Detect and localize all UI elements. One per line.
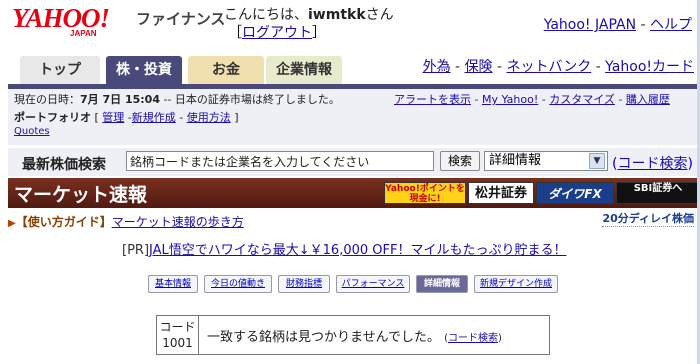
customize-link[interactable]: カスタマイズ — [549, 93, 615, 106]
result-code: コード 1001 — [157, 316, 199, 354]
search-button[interactable]: 検索 — [440, 151, 480, 171]
insurance-link[interactable]: 保険 — [465, 59, 493, 75]
logout-close: ］ — [312, 25, 326, 41]
chevron-down-icon: ▼ — [589, 153, 605, 169]
top-links: Yahoo! JAPAN - ヘルプ — [544, 14, 692, 34]
guide-line: ▶【使い方ガイド】マーケット速報の歩き方 — [8, 213, 244, 230]
top-links-sep: - — [636, 17, 650, 33]
greeting: こんにちは、iwmtkkさん — [224, 4, 394, 24]
alert-link[interactable]: アラートを表示 — [394, 93, 471, 106]
guide-label: 【使い方ガイド】 — [15, 215, 112, 229]
purchase-history-link[interactable]: 購入履歴 — [626, 93, 670, 106]
portfolio-new-link[interactable]: 新規作成 — [132, 111, 176, 124]
help-link[interactable]: ヘルプ — [650, 17, 692, 33]
tab-top[interactable]: トップ — [20, 56, 100, 84]
detail-select-value: 詳細情報 — [489, 153, 542, 168]
portfolio-manage-link[interactable]: 管理 — [102, 111, 124, 124]
subtab-detail-info[interactable]: 詳細情報 — [416, 275, 468, 293]
date-label: 現在の日時： — [14, 93, 80, 106]
ad-yahoo-points[interactable]: Yahoo!ポイントを現金に! — [384, 182, 466, 204]
search-input[interactable] — [126, 151, 434, 171]
result-message: 一致する銘柄は見つかりませんでした。 — [207, 330, 440, 345]
my-yahoo-link[interactable]: My Yahoo! — [482, 93, 538, 106]
logout-open: ［ — [228, 25, 242, 41]
yahoo-japan-link[interactable]: Yahoo! JAPAN — [544, 17, 636, 33]
quotes-link-wrap: Quotes — [14, 126, 50, 137]
netbank-link[interactable]: ネットバンク — [507, 59, 592, 75]
info-panel: 現在の日時：7月 7日 15:04 -- 日本の証券市場は終了しました。 アラー… — [8, 89, 700, 145]
search-label: 最新株価検索 — [22, 157, 106, 173]
market-bar: マーケット速報 Yahoo!ポイントを現金に! 松井証券 ダイワFX SBI証券… — [8, 178, 700, 208]
subtab-new-design[interactable]: 新規デザイン作成 — [474, 275, 558, 293]
stock-search-bar: 最新株価検索 検索 詳細情報 ▼ (コード検索) — [8, 148, 700, 176]
info-links: アラートを表示 - My Yahoo! - カスタマイズ - 購入履歴 — [394, 93, 670, 106]
logout-wrap: ［ログアウト］ — [228, 22, 326, 42]
market-title: マーケット速報 — [14, 184, 148, 206]
main-tabs: トップ 株・投資 お金 企業情報 外為 - 保険 - ネットバンク - Yaho… — [0, 52, 700, 86]
fx-link[interactable]: 外為 — [423, 59, 451, 75]
code-search-link[interactable]: コード検索 — [617, 156, 687, 172]
portfolio-howto-link[interactable]: 使用方法 — [187, 111, 231, 124]
result-box: コード 1001 一致する銘柄は見つかりませんでした。 (コード検索) — [156, 315, 550, 355]
subtab-todays-movement[interactable]: 今日の値動き — [204, 275, 272, 293]
triangle-icon: ▶ — [8, 218, 16, 229]
result-code-search-link[interactable]: コード検索 — [448, 333, 498, 344]
pr-line: [PR]JAL悟空でハワイなら最大↓￥16,000 OFF！マイルもたっぷり貯ま… — [122, 239, 566, 258]
detail-select[interactable]: 詳細情報 ▼ — [484, 151, 608, 171]
quotes-link[interactable]: Quotes — [14, 126, 50, 137]
market-status: -- 日本の証券市場は終了しました。 — [159, 93, 340, 106]
ad-daiwa-fx[interactable]: ダイワFX — [536, 182, 614, 204]
result-code-label: コード — [159, 320, 196, 334]
greeting-suffix: さん — [365, 7, 394, 23]
date-line: 現在の日時：7月 7日 15:04 -- 日本の証券市場は終了しました。 — [14, 91, 340, 107]
subtab-performance[interactable]: パフォーマンス — [336, 275, 410, 293]
tab-company-info[interactable]: 企業情報 — [266, 56, 342, 84]
date-value: 7月 7日 15:04 — [80, 93, 160, 106]
portfolio-label: ポートフォリオ — [14, 111, 91, 124]
guide-link[interactable]: マーケット速報の歩き方 — [112, 215, 244, 229]
tab-money[interactable]: お金 — [188, 56, 264, 84]
header: YAHOO! JAPAN ファイナンス こんにちは、iwmtkkさん ［ログアウ… — [0, 0, 700, 48]
code-search-wrap: (コード検索) — [612, 156, 693, 172]
logout-link[interactable]: ログアウト — [242, 25, 312, 41]
subtab-basic-info[interactable]: 基本情報 — [148, 275, 198, 293]
greeting-prefix: こんにちは、 — [224, 7, 308, 23]
yahoo-card-link[interactable]: Yahoo!カード — [605, 59, 694, 75]
result-message-wrap: 一致する銘柄は見つかりませんでした。 (コード検索) — [207, 330, 502, 345]
ad-matsui[interactable]: 松井証券 — [468, 182, 534, 204]
result-code-value: 1001 — [162, 336, 193, 350]
logo-sub: JAPAN — [70, 29, 97, 38]
delay-notice: 20分ディレイ株価 — [602, 212, 694, 227]
portfolio-line: ポートフォリオ [ 管理 -新規作成 - 使用方法 ] — [14, 111, 239, 124]
ad-sbi[interactable]: SBI証券へ — [616, 182, 700, 204]
tab-links: 外為 - 保険 - ネットバンク - Yahoo!カード — [422, 59, 694, 75]
yahoo-japan-logo[interactable]: YAHOO! JAPAN — [12, 4, 130, 38]
tab-stocks-investment[interactable]: 株・投資 — [106, 56, 182, 84]
pr-link[interactable]: JAL悟空でハワイなら最大↓￥16,000 OFF！マイルもたっぷり貯まる！ — [149, 243, 566, 258]
service-name: ファイナンス — [136, 10, 226, 28]
pr-prefix: [PR] — [122, 243, 150, 258]
subtab-financial-indicators[interactable]: 財務指標 — [278, 275, 330, 293]
username: iwmtkk — [308, 7, 366, 23]
